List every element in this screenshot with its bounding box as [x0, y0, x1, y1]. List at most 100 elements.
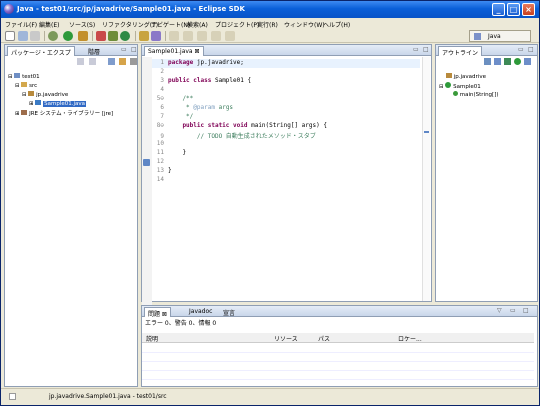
- menu-file[interactable]: ファイル(F): [5, 20, 37, 29]
- menu-bar: ファイル(F) 編集(E) ソース(S) リファクタリング(T) ナビゲート(N…: [1, 18, 539, 29]
- menu-edit[interactable]: 編集(E): [39, 20, 59, 29]
- maximize-view-icon[interactable]: □: [131, 46, 137, 53]
- maximize-button[interactable]: □: [507, 3, 520, 16]
- menu-window[interactable]: ウィンドウ(W): [284, 20, 325, 29]
- task-overview-marker[interactable]: [424, 131, 429, 133]
- java-perspective-button[interactable]: Java: [469, 30, 531, 42]
- forward-icon[interactable]: [225, 31, 235, 41]
- menu-navigate[interactable]: ナビゲート(N): [151, 20, 190, 29]
- toolbar-separator: [92, 31, 93, 41]
- column-location[interactable]: ロケー...: [398, 334, 422, 343]
- tree-item-src[interactable]: ⊟ src: [15, 82, 37, 89]
- outline-item-main[interactable]: main(String[]): [453, 91, 499, 98]
- tree-label-test01: test01: [22, 74, 40, 80]
- line-number: 3: [160, 77, 164, 84]
- menu-refactor[interactable]: リファクタリング(T): [102, 20, 158, 29]
- hide-static-icon[interactable]: [504, 58, 511, 65]
- tab-javadoc[interactable]: Javadoc: [186, 307, 215, 317]
- code-text: main(String[] args) {: [247, 122, 327, 129]
- tab-declaration[interactable]: 宣言: [220, 307, 238, 317]
- run-icon[interactable]: [63, 31, 73, 41]
- javadoc-param: args: [214, 104, 234, 111]
- outline-item-package[interactable]: jp.javadrive: [446, 73, 486, 80]
- outline-label-main: main(String[]): [459, 92, 499, 98]
- menu-run[interactable]: 実行(R): [257, 20, 278, 29]
- new-package-icon[interactable]: [108, 31, 118, 41]
- problems-tabs: 問題 ⊠ Javadoc 宣言 ▽ ▭ □: [142, 306, 537, 318]
- tab-problems[interactable]: 問題 ⊠: [144, 307, 171, 318]
- edit-icon[interactable]: [169, 31, 179, 41]
- link-editor-icon[interactable]: [119, 58, 126, 65]
- maximize-editor-icon[interactable]: □: [423, 46, 429, 53]
- view-menu-icon[interactable]: [130, 58, 137, 65]
- column-description[interactable]: 説明: [146, 334, 158, 343]
- minimize-button[interactable]: _: [492, 3, 505, 16]
- keyword-public-class: public class: [168, 77, 212, 84]
- code-line-14: 14: [152, 176, 168, 185]
- back-icon[interactable]: [211, 31, 221, 41]
- outline-item-class[interactable]: ⊟ Sample01: [439, 82, 481, 90]
- problems-table-header: 説明 リソース パス ロケー...: [142, 333, 534, 343]
- menu-source[interactable]: ソース(S): [69, 20, 95, 29]
- open-type-icon[interactable]: [139, 31, 149, 41]
- column-path[interactable]: パス: [318, 334, 330, 343]
- line-number: 1: [160, 59, 164, 66]
- line-number: 9: [160, 133, 164, 140]
- code-text: }: [168, 149, 187, 156]
- print-icon[interactable]: [30, 31, 40, 41]
- hide-fields-icon[interactable]: [494, 58, 501, 65]
- next-annotation-icon[interactable]: [183, 31, 193, 41]
- menu-project[interactable]: プロジェクト(P): [215, 20, 259, 29]
- tree-item-jre[interactable]: ⊞ JRE システム・ライブラリー [jre]: [15, 109, 113, 117]
- task-marker-icon[interactable]: [143, 159, 150, 166]
- tree-item-test01[interactable]: ⊟ test01: [8, 73, 40, 80]
- column-resource[interactable]: リソース: [274, 334, 298, 343]
- external-tools-icon[interactable]: [78, 31, 88, 41]
- previous-annotation-icon[interactable]: [197, 31, 207, 41]
- close-button[interactable]: ×: [522, 3, 535, 16]
- tree-item-package[interactable]: ⊟ jp.javadrive: [22, 91, 68, 98]
- save-icon[interactable]: [18, 31, 28, 41]
- minimize-outline-icon[interactable]: ▭: [518, 46, 524, 53]
- hide-local-types-icon[interactable]: [524, 58, 531, 65]
- maximize-problems-icon[interactable]: □: [523, 307, 529, 314]
- minimize-editor-icon[interactable]: ▭: [413, 46, 419, 53]
- menu-search[interactable]: 検索(A): [187, 20, 208, 29]
- status-icon: [9, 393, 16, 400]
- hide-nonpublic-icon[interactable]: [514, 58, 521, 65]
- debug-icon[interactable]: [48, 31, 58, 41]
- java-file-icon: [35, 100, 42, 105]
- code-line-3: 3 public class Sample01 {: [152, 77, 251, 86]
- tree-item-sample01[interactable]: ⊞ Sample01.java: [29, 100, 87, 107]
- menu-help[interactable]: ヘルプ(H): [323, 20, 350, 29]
- code-line-13: 13}: [152, 167, 172, 176]
- line-number: 12: [156, 158, 164, 165]
- outline-view: アウトライン ▭ □ jp.javadrive ⊟ Sample01 main(…: [435, 44, 538, 302]
- problems-summary: エラー 0、警告 0、情報 0: [145, 320, 217, 327]
- code-editor[interactable]: 1 package jp.javadrive; 2 3 public class S…: [142, 57, 420, 335]
- new-class-icon[interactable]: [120, 31, 130, 41]
- new-java-project-icon[interactable]: [96, 31, 106, 41]
- tab-package-explorer[interactable]: パッケージ・エクスプ: [7, 46, 75, 57]
- minimize-view-icon[interactable]: ▭: [121, 46, 127, 53]
- maximize-outline-icon[interactable]: □: [528, 46, 534, 53]
- back-nav-icon[interactable]: [77, 58, 84, 65]
- tree-label-src: src: [29, 83, 38, 89]
- new-icon[interactable]: [5, 31, 15, 41]
- line-number: 4: [160, 86, 164, 93]
- javadoc-star: *: [168, 104, 194, 111]
- view-menu-icon[interactable]: ▽: [497, 307, 502, 314]
- tab-sample01-java[interactable]: Sample01.java ⊠: [144, 46, 204, 56]
- tab-hierarchy[interactable]: 階層: [85, 46, 103, 56]
- forward-nav-icon[interactable]: [89, 58, 96, 65]
- minimize-problems-icon[interactable]: ▭: [510, 307, 516, 314]
- tab-outline[interactable]: アウトライン: [438, 46, 483, 57]
- search-icon[interactable]: [151, 31, 161, 41]
- tree-label-sample01: Sample01.java: [43, 101, 87, 107]
- line-number: 2: [160, 68, 164, 75]
- collapse-all-icon[interactable]: [108, 58, 115, 65]
- sort-icon[interactable]: [484, 58, 491, 65]
- tree-label-jre: JRE システム・ライブラリー [jre]: [29, 111, 114, 117]
- table-row: [142, 353, 534, 362]
- overview-ruler[interactable]: [422, 57, 430, 301]
